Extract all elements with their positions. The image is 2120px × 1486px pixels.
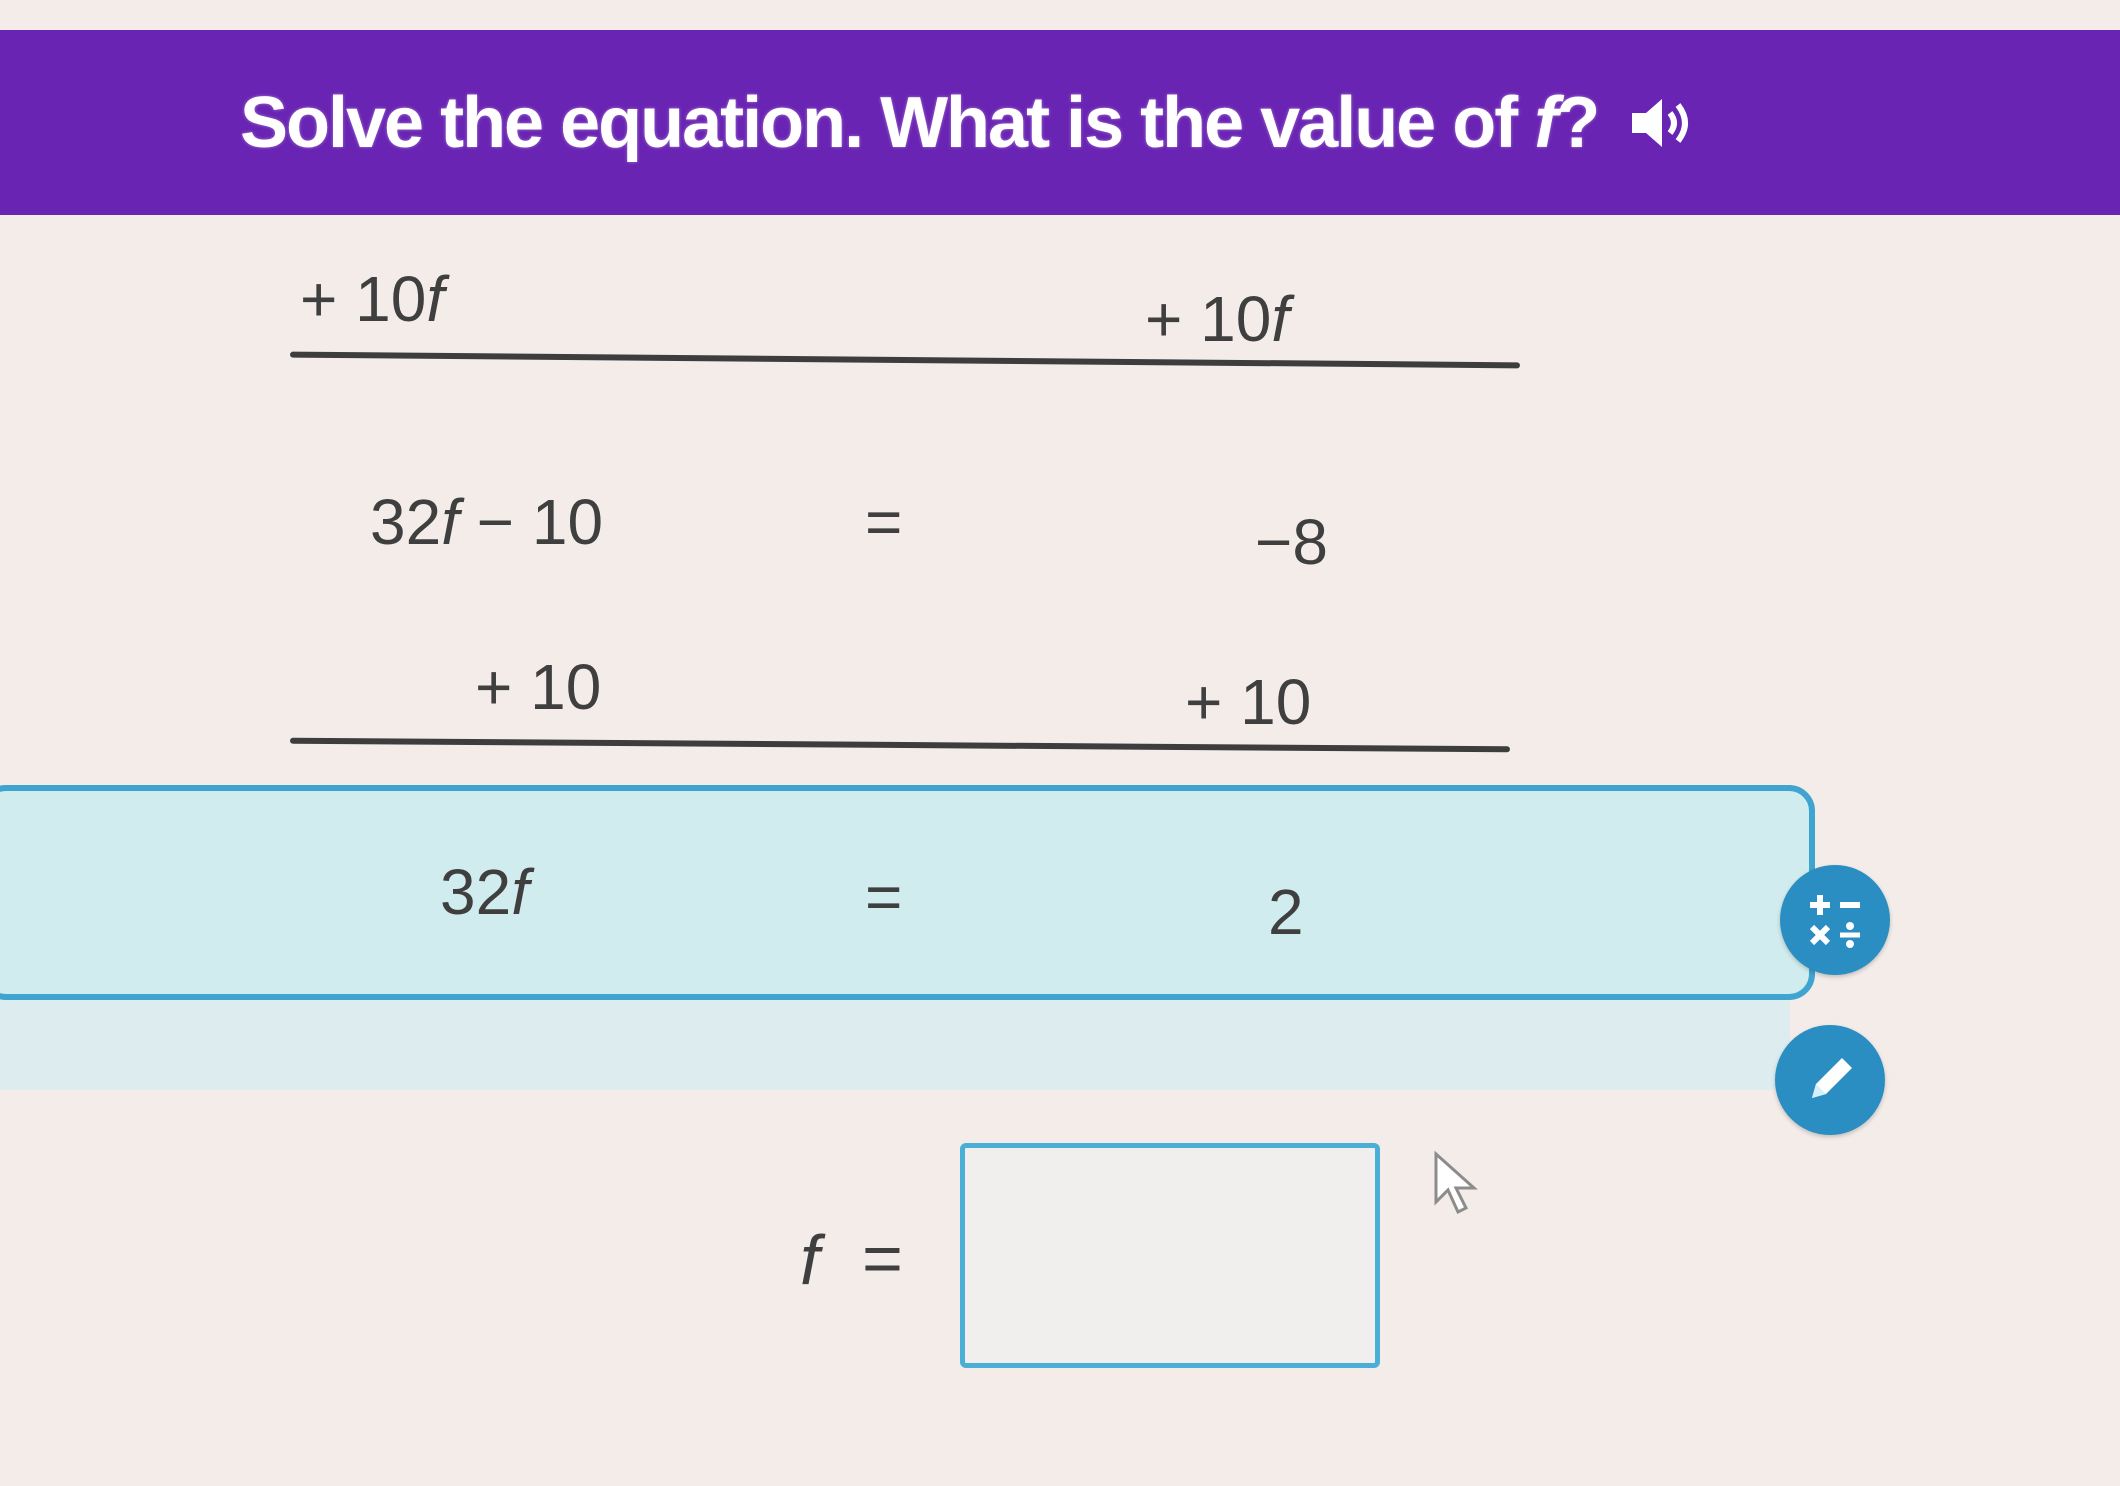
operations-button[interactable] [1780, 865, 1890, 975]
answer-input[interactable] [960, 1143, 1380, 1368]
step2-left: 32f − 10 [370, 486, 604, 558]
speaker-icon[interactable] [1628, 93, 1698, 153]
question-banner: Solve the equation. What is the value of… [0, 30, 2120, 215]
step2-right: −8 [1255, 506, 1328, 578]
result-equals: = [865, 861, 903, 933]
step1-right: + 10f [1145, 283, 1290, 355]
answer-equals: = [862, 1219, 903, 1297]
question-title: Solve the equation. What is the value of… [240, 82, 1600, 163]
current-step-row[interactable] [0, 785, 1815, 1000]
step3-left: + 10 [475, 651, 602, 723]
pencil-icon [1812, 1058, 1852, 1098]
step2-equals: = [865, 486, 903, 558]
mouse-pointer-icon [1430, 1150, 1490, 1225]
result-left: 32f [440, 856, 529, 928]
result-right: 2 [1268, 876, 1304, 948]
answer-variable: f [800, 1221, 820, 1299]
step1-left: + 10f [300, 263, 445, 335]
step1-rule [289, 351, 1521, 369]
highlight-shadow [0, 1000, 1790, 1090]
step3-rule [289, 737, 1511, 753]
step3-right: + 10 [1185, 666, 1312, 738]
operations-icon [1809, 895, 1860, 948]
edit-button[interactable] [1775, 1025, 1885, 1135]
